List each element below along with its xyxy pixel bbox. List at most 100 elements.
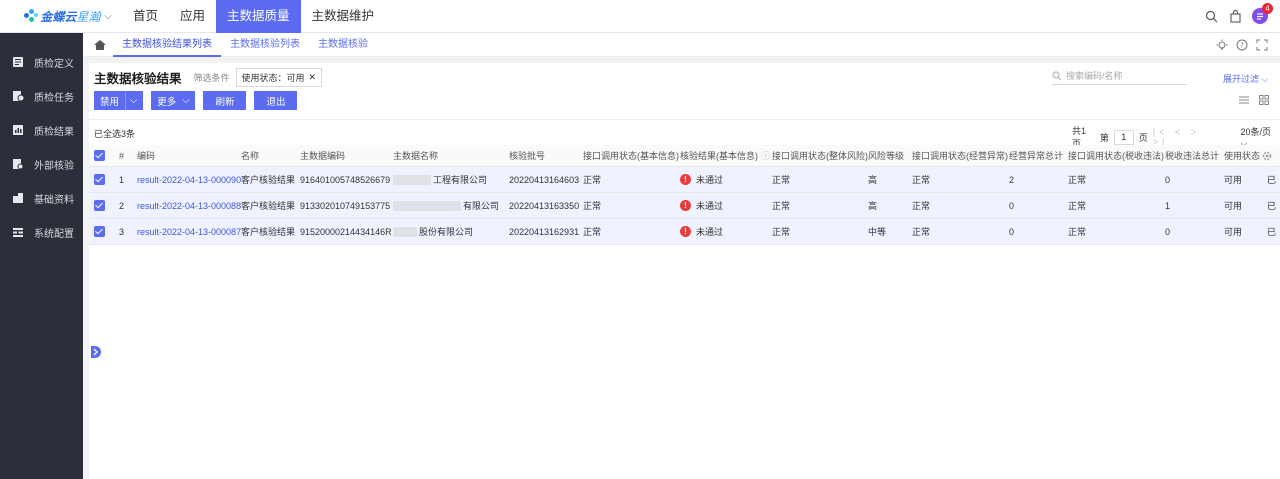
row-code-link[interactable]: result-2022-04-13-000090 bbox=[137, 167, 241, 192]
close-icon[interactable]: ✕ bbox=[309, 72, 317, 83]
table-row[interactable]: 1 result-2022-04-13-000090 客户核验结果 916401… bbox=[89, 167, 1280, 193]
list-view-icon[interactable] bbox=[1239, 94, 1249, 108]
home-icon[interactable] bbox=[93, 38, 107, 52]
grid-view-icon[interactable] bbox=[1259, 94, 1269, 108]
col-status-biz[interactable]: 接口调用状态(经营异常) bbox=[912, 145, 1008, 166]
column-settings-icon[interactable] bbox=[1262, 145, 1272, 166]
row-md-name-text: 工程有限公司 bbox=[433, 175, 488, 185]
row-status-risk: 正常 bbox=[772, 175, 791, 185]
help-icon[interactable]: ⓘ bbox=[761, 149, 770, 162]
app-switcher[interactable]: 金蝶云星瀚 ⌵ bbox=[0, 0, 112, 33]
tab-verify-result-list[interactable]: 主数据核验结果列表 bbox=[113, 33, 221, 57]
search-input[interactable]: 搜索编码/名称 bbox=[1052, 67, 1187, 85]
sidebar-item-label: 质检任务 bbox=[34, 92, 74, 104]
row-checkbox[interactable] bbox=[94, 219, 105, 244]
exit-button[interactable]: 退出 bbox=[254, 91, 298, 110]
config-icon bbox=[13, 228, 23, 237]
row-biz-total: 2 bbox=[1009, 174, 1015, 185]
sidebar-item-label: 基础资料 bbox=[34, 194, 74, 206]
verify-icon bbox=[13, 159, 24, 170]
table-row[interactable]: 2 result-2022-04-13-000088 客户核验结果 913302… bbox=[89, 193, 1280, 219]
chevron-down-icon[interactable]: ⌵ bbox=[125, 91, 137, 110]
task-icon bbox=[13, 91, 24, 102]
redacted-block bbox=[393, 174, 431, 185]
building-icon bbox=[13, 193, 23, 203]
col-use-status[interactable]: 使用状态 bbox=[1224, 145, 1262, 166]
row-status-tax: 正常 bbox=[1068, 201, 1087, 211]
topnav-md-maintenance[interactable]: 主数据维护 bbox=[301, 0, 386, 33]
row-name: 客户核验结果 bbox=[241, 201, 296, 211]
row-biz-total: 0 bbox=[1009, 226, 1015, 237]
col-md-code[interactable]: 主数据编码 bbox=[300, 145, 345, 166]
col-result-basic[interactable]: 核验结果(基本信息) ⓘ bbox=[680, 145, 770, 166]
tab-verify[interactable]: 主数据核验 bbox=[309, 33, 377, 57]
error-icon: ! bbox=[680, 226, 691, 237]
col-result-basic-label: 核验结果(基本信息) bbox=[680, 151, 758, 161]
row-use-status: 可用 bbox=[1224, 227, 1243, 237]
pager-suffix: 页 bbox=[1138, 132, 1148, 143]
row-status-basic: 正常 bbox=[583, 201, 602, 211]
tab-verify-list[interactable]: 主数据核验列表 bbox=[221, 33, 309, 57]
row-risk-level: 中等 bbox=[868, 227, 887, 237]
brand-logo-icon bbox=[24, 9, 38, 23]
row-checkbox[interactable] bbox=[94, 167, 105, 192]
sidebar-item-qc-result[interactable]: 质检结果 bbox=[0, 113, 83, 147]
avatar[interactable]: 4 bbox=[1252, 3, 1273, 24]
row-checkbox[interactable] bbox=[94, 193, 105, 218]
expand-filter-link[interactable]: 展开过滤 ⌵ bbox=[1223, 72, 1268, 85]
row-extra: 已 bbox=[1267, 175, 1277, 185]
sidebar-item-basic-data[interactable]: 基础资料 bbox=[0, 181, 83, 215]
col-md-name[interactable]: 主数据名称 bbox=[393, 145, 438, 166]
sidebar-item-qc-definition[interactable]: 质检定义 bbox=[0, 45, 83, 79]
search-icon[interactable] bbox=[1204, 9, 1218, 23]
col-risk-level[interactable]: 风险等级 bbox=[868, 145, 904, 166]
row-code-link[interactable]: result-2022-04-13-000088 bbox=[137, 193, 241, 218]
sidebar-toggle-icon[interactable] bbox=[90, 345, 102, 359]
help-icon[interactable]: ? bbox=[1236, 39, 1248, 51]
top-bar: 金蝶云星瀚 ⌵ 首页 应用 主数据质量 主数据维护 4 bbox=[0, 0, 1280, 33]
col-status-basic[interactable]: 接口调用状态(基本信息) bbox=[583, 145, 679, 166]
top-nav: 首页 应用 主数据质量 主数据维护 bbox=[122, 0, 385, 33]
refresh-button[interactable]: 刷新 bbox=[203, 91, 247, 110]
sidebar: 质检定义 质检任务 质检结果 外部核验 基础资料 系统配置 bbox=[0, 33, 83, 479]
disable-button[interactable]: 禁用 ⌵ bbox=[94, 91, 144, 110]
col-status-tax[interactable]: 接口调用状态(税收违法) bbox=[1068, 145, 1164, 166]
results-table: # 编码 名称 主数据编码 主数据名称 核验批号 接口调用状态(基本信息) 核验… bbox=[89, 145, 1280, 245]
col-name[interactable]: 名称 bbox=[241, 145, 259, 166]
row-md-name-text: 股份有限公司 bbox=[419, 227, 474, 237]
topnav-home[interactable]: 首页 bbox=[122, 0, 169, 33]
row-tax-total: 1 bbox=[1165, 200, 1171, 211]
sidebar-item-external-verify[interactable]: 外部核验 bbox=[0, 147, 83, 181]
row-md-code: 916401005748526679 bbox=[300, 174, 391, 185]
row-use-status: 可用 bbox=[1224, 201, 1243, 211]
topnav-apps[interactable]: 应用 bbox=[169, 0, 216, 33]
page-size-label: 20条/页 bbox=[1240, 127, 1271, 137]
select-all-checkbox[interactable] bbox=[94, 145, 105, 166]
sidebar-item-qc-task[interactable]: 质检任务 bbox=[0, 79, 83, 113]
row-status-biz: 正常 bbox=[912, 227, 931, 237]
topnav-md-quality[interactable]: 主数据质量 bbox=[216, 0, 301, 33]
row-status-risk: 正常 bbox=[772, 227, 791, 237]
sidebar-item-system-config[interactable]: 系统配置 bbox=[0, 215, 83, 249]
pager-nav-buttons[interactable]: |< < > >| bbox=[1153, 127, 1222, 147]
disable-button-label: 禁用 bbox=[100, 96, 120, 108]
sidebar-item-label: 系统配置 bbox=[34, 228, 74, 240]
fullscreen-icon[interactable] bbox=[1256, 39, 1268, 51]
col-batch[interactable]: 核验批号 bbox=[509, 145, 545, 166]
page-input[interactable]: 1 bbox=[1113, 129, 1134, 145]
filter-chip[interactable]: 使用状态：可用 ✕ bbox=[235, 68, 323, 87]
row-code-link[interactable]: result-2022-04-13-000087 bbox=[137, 219, 241, 244]
row-index: 2 bbox=[119, 200, 125, 211]
row-name: 客户核验结果 bbox=[241, 175, 296, 185]
result-icon bbox=[13, 125, 23, 135]
col-code[interactable]: 编码 bbox=[137, 145, 155, 166]
lightbulb-icon[interactable] bbox=[1216, 39, 1228, 51]
table-row[interactable]: 3 result-2022-04-13-000087 客户核验结果 915200… bbox=[89, 219, 1280, 245]
more-button[interactable]: 更多 ⌵ bbox=[151, 91, 196, 110]
svg-text:?: ? bbox=[1240, 41, 1244, 49]
col-status-risk[interactable]: 接口调用状态(整体风险) bbox=[772, 145, 868, 166]
col-tax-total[interactable]: 税收违法总计 bbox=[1165, 145, 1219, 166]
bag-icon[interactable] bbox=[1228, 9, 1242, 23]
col-biz-total[interactable]: 经营异常总计 bbox=[1009, 145, 1063, 166]
row-result-basic: ! 未通过 bbox=[680, 219, 723, 244]
